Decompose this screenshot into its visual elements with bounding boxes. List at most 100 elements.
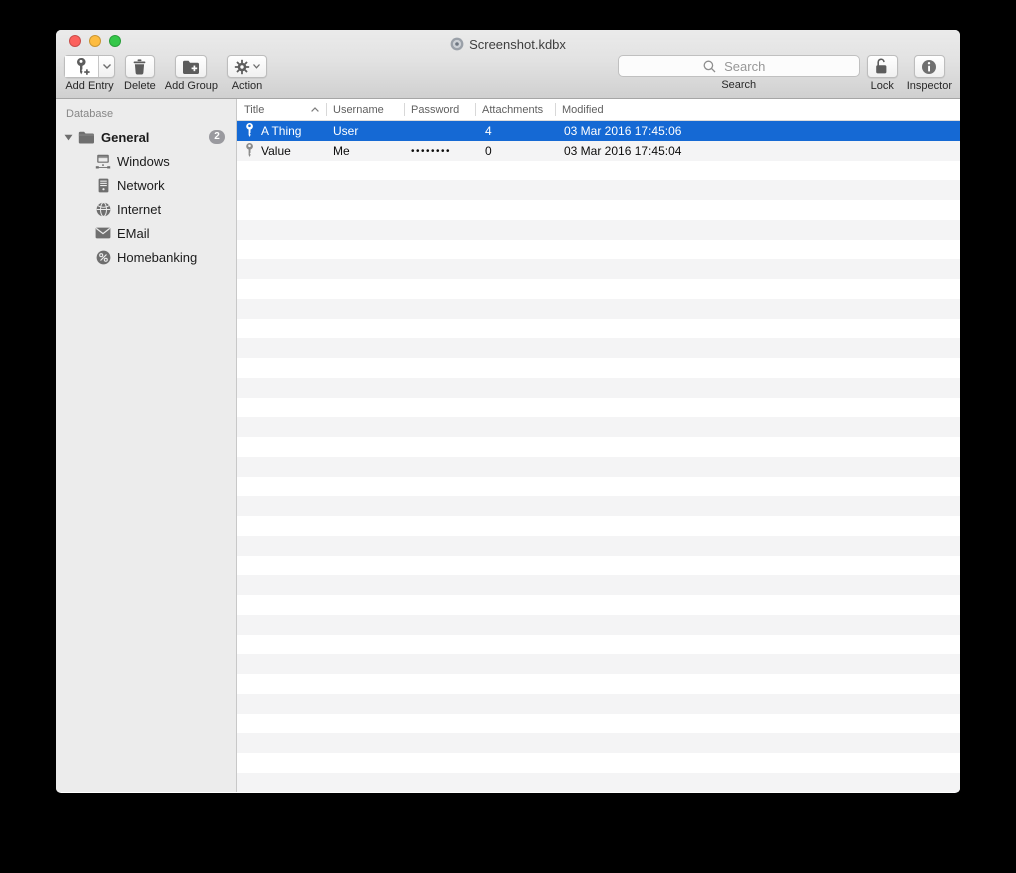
empty-row bbox=[237, 635, 960, 655]
minimize-icon[interactable] bbox=[89, 35, 101, 47]
empty-row bbox=[237, 200, 960, 220]
entry-title: Value bbox=[261, 143, 291, 158]
add-group-label: Add Group bbox=[164, 80, 218, 92]
entry-attachments: 4 bbox=[485, 123, 492, 138]
column-header-username[interactable]: Username bbox=[326, 99, 404, 120]
column-header-title[interactable]: Title bbox=[237, 99, 326, 120]
add-group-button[interactable] bbox=[175, 55, 208, 78]
chevron-down-icon[interactable] bbox=[98, 56, 114, 77]
entry-row-a-thing[interactable]: A Thing User 4 03 Mar 2016 17:45:06 bbox=[237, 121, 960, 141]
entry-modified: 03 Mar 2016 17:45:06 bbox=[564, 123, 682, 138]
disclosure-triangle-icon[interactable] bbox=[62, 134, 74, 141]
close-icon[interactable] bbox=[69, 35, 81, 47]
lock-open-icon bbox=[875, 58, 889, 75]
empty-row bbox=[237, 693, 960, 714]
trash-icon bbox=[132, 58, 147, 75]
lock-label: Lock bbox=[870, 80, 894, 92]
folder-plus-icon bbox=[182, 60, 200, 74]
add-entry-label: Add Entry bbox=[65, 80, 114, 92]
empty-row bbox=[237, 437, 960, 457]
percent-circle-icon bbox=[95, 249, 111, 265]
sort-ascending-icon bbox=[311, 107, 319, 112]
column-header-password[interactable]: Password bbox=[404, 99, 475, 120]
key-icon bbox=[245, 143, 254, 158]
globe-icon bbox=[95, 201, 111, 217]
key-icon bbox=[245, 123, 254, 138]
envelope-icon bbox=[95, 225, 111, 241]
empty-row bbox=[237, 733, 960, 753]
entry-title: A Thing bbox=[261, 123, 302, 138]
empty-row bbox=[237, 595, 960, 615]
entry-row-value[interactable]: Value Me •••••••• 0 03 Mar 2016 17:45:04 bbox=[237, 140, 960, 161]
empty-row bbox=[237, 161, 960, 181]
empty-row bbox=[237, 753, 960, 773]
zoom-icon[interactable] bbox=[109, 35, 121, 47]
info-icon bbox=[921, 59, 937, 75]
search-label: Search bbox=[721, 79, 757, 91]
empty-row bbox=[237, 477, 960, 497]
empty-row bbox=[237, 377, 960, 398]
search-input[interactable] bbox=[618, 56, 859, 76]
window-chrome: Screenshot.kdbx Add Entry Delete Add Gro… bbox=[56, 30, 960, 99]
window-title: Screenshot.kdbx bbox=[469, 36, 566, 52]
delete-button[interactable] bbox=[124, 55, 155, 78]
sidebar: Database General 2 Windows Network Inter… bbox=[56, 99, 237, 792]
empty-row bbox=[237, 398, 960, 418]
sidebar-item-label: Internet bbox=[117, 201, 162, 217]
document-proxy-icon[interactable] bbox=[450, 37, 464, 51]
entry-list: A Thing User 4 03 Mar 2016 17:45:06 Valu… bbox=[237, 121, 960, 792]
entry-count-badge: 2 bbox=[209, 130, 225, 144]
sidebar-item-email[interactable]: EMail bbox=[56, 221, 236, 245]
entry-modified: 03 Mar 2016 17:45:04 bbox=[564, 143, 682, 158]
gear-icon bbox=[234, 59, 250, 75]
sidebar-group-general[interactable]: General 2 bbox=[56, 125, 236, 149]
empty-row bbox=[237, 417, 960, 437]
sidebar-item-network[interactable]: Network bbox=[56, 173, 236, 197]
app-window: Screenshot.kdbx Add Entry Delete Add Gro… bbox=[56, 30, 960, 793]
sidebar-item-label: Windows bbox=[117, 153, 170, 169]
traffic-lights bbox=[69, 30, 121, 52]
action-label: Action bbox=[231, 80, 263, 92]
sidebar-item-label: EMail bbox=[117, 225, 150, 241]
empty-row bbox=[237, 456, 960, 477]
titlebar[interactable]: Screenshot.kdbx bbox=[56, 30, 960, 52]
entry-password bbox=[404, 130, 475, 132]
chevron-down-icon bbox=[253, 64, 260, 69]
empty-row bbox=[237, 279, 960, 299]
empty-row bbox=[237, 180, 960, 200]
table-header: Title Username Password Attachments Modi… bbox=[237, 99, 960, 121]
add-entry-button[interactable] bbox=[64, 55, 115, 78]
server-icon bbox=[95, 177, 111, 193]
lock-button[interactable] bbox=[866, 55, 898, 78]
entry-username: Me bbox=[333, 143, 350, 158]
inspector-button[interactable] bbox=[913, 55, 945, 78]
delete-label: Delete bbox=[124, 80, 156, 92]
empty-row bbox=[237, 614, 960, 635]
empty-row bbox=[237, 674, 960, 694]
sidebar-section-header: Database bbox=[66, 108, 114, 120]
sidebar-item-internet[interactable]: Internet bbox=[56, 197, 236, 221]
empty-row bbox=[237, 556, 960, 576]
action-button[interactable] bbox=[227, 55, 267, 78]
empty-row bbox=[237, 358, 960, 378]
empty-row bbox=[237, 575, 960, 595]
empty-row bbox=[237, 496, 960, 516]
empty-row bbox=[237, 772, 960, 792]
entry-username: User bbox=[333, 123, 359, 138]
empty-row bbox=[237, 516, 960, 536]
empty-row bbox=[237, 219, 960, 240]
windows-network-icon bbox=[95, 153, 111, 169]
entry-password: •••••••• bbox=[411, 146, 452, 158]
empty-row bbox=[237, 714, 960, 734]
sidebar-item-homebanking[interactable]: Homebanking bbox=[56, 245, 236, 269]
toolbar: Add Entry Delete Add Group Action Search… bbox=[56, 52, 960, 98]
sidebar-group-label: General bbox=[101, 129, 150, 145]
empty-row bbox=[237, 654, 960, 674]
empty-row bbox=[237, 319, 960, 339]
column-header-modified[interactable]: Modified bbox=[555, 99, 960, 120]
column-header-attachments[interactable]: Attachments bbox=[475, 99, 555, 120]
empty-row bbox=[237, 298, 960, 319]
empty-row bbox=[237, 240, 960, 260]
sidebar-item-windows[interactable]: Windows bbox=[56, 149, 236, 173]
folder-icon bbox=[78, 131, 95, 144]
